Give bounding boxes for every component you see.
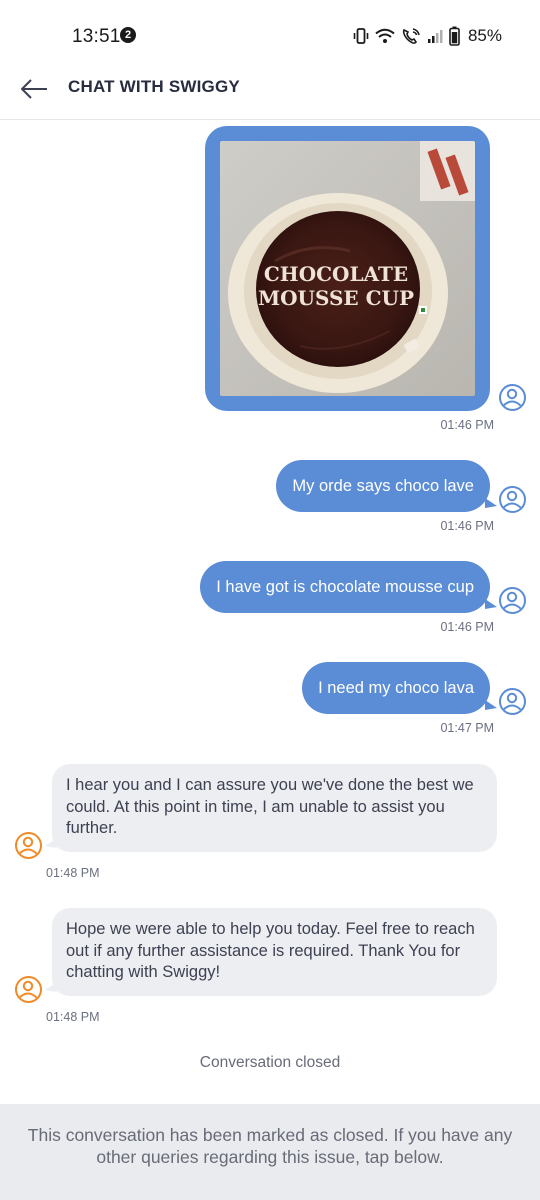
conversation-status: Conversation closed — [199, 1054, 341, 1071]
incoming-message[interactable]: Hope we were able to help you today. Fee… — [45, 908, 497, 996]
battery-percentage: 85% — [467, 26, 502, 45]
chat-thread: CHOCOLATE MOUSSE CUP 01:46 PM My orde sa… — [0, 121, 540, 1104]
battery-icon — [449, 26, 460, 46]
status-bar: 13:51 2 85% — [0, 0, 540, 60]
back-arrow-icon — [21, 79, 47, 99]
bot-avatar — [15, 832, 42, 859]
message-timestamp: 01:47 PM — [440, 721, 494, 735]
user-avatar — [499, 587, 526, 614]
user-avatar-icon — [502, 692, 522, 711]
message-timestamp: 01:46 PM — [440, 519, 494, 533]
signal-icon — [427, 30, 443, 43]
incoming-message[interactable]: I hear you and I can assure you we've do… — [45, 764, 497, 852]
lid-label-line1: CHOCOLATE — [264, 262, 408, 286]
closed-conversation-notice[interactable]: This conversation has been marked as clo… — [0, 1104, 540, 1200]
user-avatar-icon — [502, 591, 522, 610]
status-time: 13:51 — [72, 26, 121, 47]
user-avatar — [499, 688, 526, 715]
bot-avatar-icon — [18, 980, 38, 999]
back-button[interactable] — [18, 72, 52, 106]
wifi-icon — [375, 28, 395, 43]
message-timestamp: 01:48 PM — [46, 866, 100, 880]
user-avatar — [499, 384, 526, 411]
outgoing-message[interactable]: I need my choco lava — [302, 662, 497, 714]
message-timestamp: 01:48 PM — [46, 1010, 100, 1024]
outgoing-image-message[interactable]: CHOCOLATE MOUSSE CUP — [205, 126, 490, 411]
user-avatar-icon — [502, 388, 522, 407]
bot-avatar-icon — [18, 836, 38, 855]
wifi-calling-icon — [402, 28, 420, 44]
outgoing-message[interactable]: I have got is chocolate mousse cup — [200, 561, 497, 613]
page-title: CHAT WITH SWIGGY — [68, 77, 240, 96]
message-timestamp: 01:46 PM — [440, 418, 494, 432]
user-avatar — [499, 486, 526, 513]
chat-header: CHAT WITH SWIGGY — [0, 60, 540, 120]
lid-label-line2: MOUSSE CUP — [258, 286, 414, 310]
notification-count-badge: 2 — [120, 27, 136, 43]
dessert-photo[interactable]: CHOCOLATE MOUSSE CUP — [220, 141, 475, 396]
bot-avatar — [15, 976, 42, 1003]
message-timestamp: 01:46 PM — [440, 620, 494, 634]
outgoing-message[interactable]: My orde says choco lave — [276, 460, 497, 512]
status-icons: 85% — [353, 25, 502, 47]
user-avatar-icon — [502, 490, 522, 509]
vibrate-icon — [353, 28, 369, 44]
